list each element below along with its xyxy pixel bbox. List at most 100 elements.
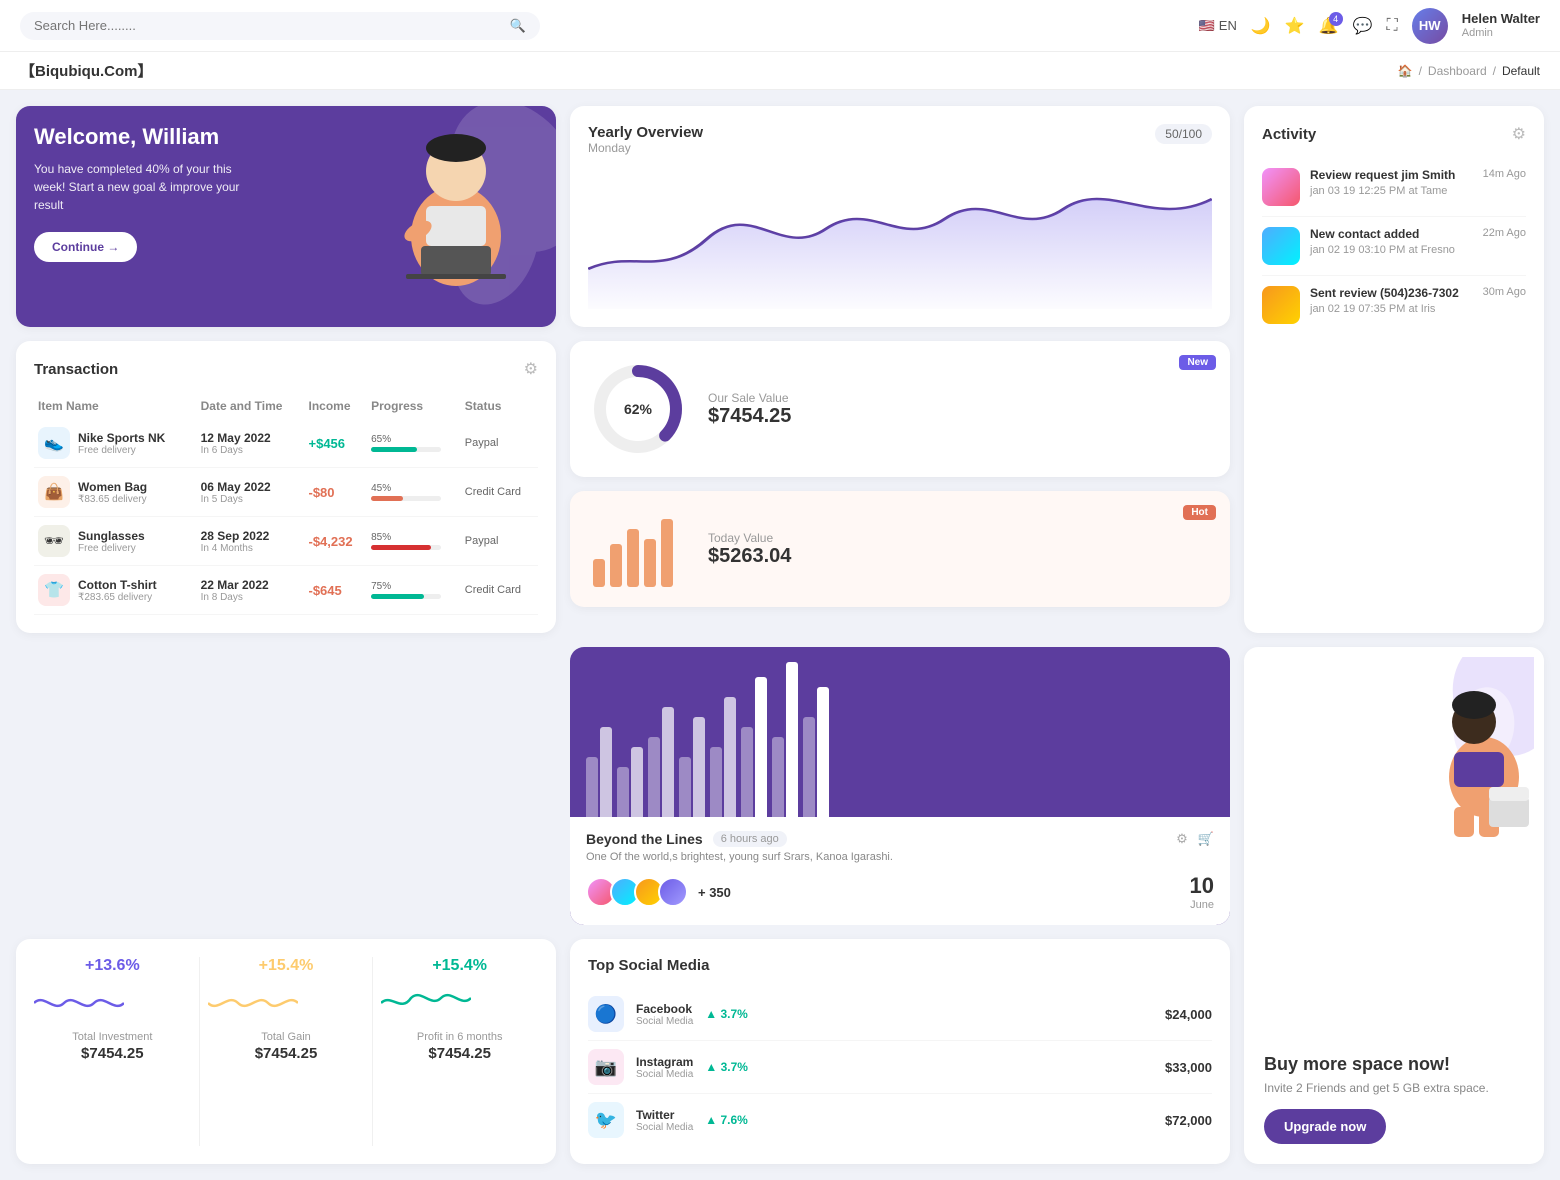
language-label: EN <box>1219 18 1237 33</box>
social-info: Facebook Social Media <box>636 1002 693 1027</box>
item-date-main: 12 May 2022 <box>201 431 301 445</box>
social-value: $33,000 <box>1165 1060 1212 1075</box>
progress-bar <box>371 447 441 452</box>
social-pct: ▲ 3.7% <box>705 1060 748 1074</box>
progress-label: 85% <box>371 532 457 543</box>
col-datetime: Date and Time <box>197 393 305 419</box>
social-title: Top Social Media <box>588 957 1212 974</box>
stat-value: $7454.25 <box>34 1045 191 1062</box>
home-icon[interactable]: 🏠 <box>1398 64 1413 78</box>
svg-text:62%: 62% <box>624 401 653 417</box>
dark-mode-toggle[interactable]: 🌙 <box>1251 16 1271 36</box>
item-details: Women Bag ₹83.65 delivery <box>78 480 147 505</box>
star-icon[interactable]: ⭐ <box>1285 16 1305 36</box>
activity-subtitle: jan 03 19 12:25 PM at Tame <box>1310 185 1447 197</box>
chat-icon[interactable]: 💬 <box>1353 16 1373 36</box>
social-info: Instagram Social Media <box>636 1055 693 1080</box>
beyond-desc: One Of the world,s brightest, young surf… <box>586 851 1214 863</box>
notification-bell[interactable]: 🔔 4 <box>1319 16 1339 36</box>
beyond-settings[interactable]: ⚙ <box>1176 831 1188 847</box>
col-item: Item Name <box>34 393 197 419</box>
item-sub: ₹283.65 delivery <box>78 592 157 603</box>
item-name: Women Bag <box>78 480 147 494</box>
stat-label: Total Investment <box>34 1031 191 1043</box>
breadcrumb-dashboard[interactable]: Dashboard <box>1428 64 1487 78</box>
item-details: Nike Sports NK Free delivery <box>78 431 165 456</box>
today-value-amount: $5263.04 <box>708 545 791 568</box>
bar-chart-card: Beyond the Lines 6 hours ago ⚙ 🛒 One Of … <box>570 647 1230 925</box>
progress-fill <box>371 447 417 452</box>
item-progress: 85% <box>367 517 461 566</box>
activity-title-text: Review request jim Smith <box>1310 168 1473 182</box>
search-icon: 🔍 <box>510 18 526 34</box>
search-box[interactable]: 🔍 <box>20 12 540 40</box>
item-name: Cotton T-shirt <box>78 578 157 592</box>
social-type: Social Media <box>636 1069 693 1080</box>
continue-button[interactable]: Continue → <box>34 232 137 262</box>
stat-wave <box>208 983 298 1023</box>
activity-title-text: New contact added <box>1310 227 1473 241</box>
item-status: Paypal <box>461 517 538 566</box>
activity-subtitle: jan 02 19 07:35 PM at Iris <box>1310 303 1435 315</box>
beyond-date-day: 10 <box>1190 873 1214 899</box>
fullscreen-icon[interactable]: ⛶ <box>1387 17 1398 35</box>
beyond-time: 6 hours ago <box>713 831 787 847</box>
item-progress: 65% <box>367 419 461 468</box>
bar-group-6 <box>741 677 767 817</box>
item-name: Nike Sports NK <box>78 431 165 445</box>
item-details: Sunglasses Free delivery <box>78 529 145 554</box>
activity-text: Sent review (504)236-7302 jan 02 19 07:3… <box>1310 286 1473 315</box>
flag-icon: 🇺🇸 <box>1199 18 1215 34</box>
transaction-card: Transaction ⚙ Item Name Date and Time In… <box>16 341 556 633</box>
language-selector[interactable]: 🇺🇸 EN <box>1199 18 1237 34</box>
social-media-card: Top Social Media 🔵 Facebook Social Media… <box>570 939 1230 1164</box>
col-income: Income <box>305 393 368 419</box>
activity-avatar <box>1262 227 1300 265</box>
item-date: 12 May 2022 In 6 Days <box>197 419 305 468</box>
social-value: $72,000 <box>1165 1113 1212 1128</box>
avatar[interactable]: HW <box>1412 8 1448 44</box>
activity-text: New contact added jan 02 19 03:10 PM at … <box>1310 227 1473 256</box>
activity-text: Review request jim Smith jan 03 19 12:25… <box>1310 168 1473 197</box>
activity-item: New contact added jan 02 19 03:10 PM at … <box>1262 217 1526 276</box>
bar-group-1 <box>586 727 612 817</box>
social-icon: 🔵 <box>588 996 624 1032</box>
breadcrumb: 🏠 / Dashboard / Default <box>1398 64 1540 78</box>
item-date-main: 22 Mar 2022 <box>201 578 301 592</box>
item-income: -$4,232 <box>305 517 368 566</box>
search-input[interactable] <box>34 18 502 33</box>
transaction-settings-icon[interactable]: ⚙ <box>524 359 538 379</box>
social-item: 🔵 Facebook Social Media ▲ 3.7% $24,000 <box>588 988 1212 1041</box>
stat-item: +15.4% Total Gain $7454.25 <box>200 957 374 1146</box>
stat-wave <box>34 983 124 1023</box>
activity-avatar <box>1262 286 1300 324</box>
col-progress: Progress <box>367 393 461 419</box>
table-row: 🕶 Sunglasses Free delivery 28 Sep 2022 I… <box>34 517 538 566</box>
social-item: 🐦 Twitter Social Media ▲ 7.6% $72,000 <box>588 1094 1212 1146</box>
item-status: Paypal <box>461 419 538 468</box>
today-value-card: Hot Today Value $5263.04 <box>570 491 1230 607</box>
yearly-chart <box>588 169 1212 309</box>
beyond-extra-count: + 350 <box>698 885 731 900</box>
item-cell: 👟 Nike Sports NK Free delivery <box>38 427 193 459</box>
brand-logo: 【Biqubiqu.Com】 <box>20 60 152 81</box>
beyond-cart-icon[interactable]: 🛒 <box>1198 831 1214 847</box>
social-name: Facebook <box>636 1002 693 1016</box>
sale-section: New 62% Our Sale Value $7454.25 Hot <box>570 341 1230 633</box>
activity-item: Sent review (504)236-7302 jan 02 19 07:3… <box>1262 276 1526 334</box>
topbar: 🔍 🇺🇸 EN 🌙 ⭐ 🔔 4 💬 ⛶ HW Helen Walter Admi… <box>0 0 1560 52</box>
item-date-main: 06 May 2022 <box>201 480 301 494</box>
progress-fill <box>371 496 403 501</box>
upgrade-button[interactable]: Upgrade now <box>1264 1109 1386 1144</box>
item-progress: 45% <box>367 468 461 517</box>
bar-group-2 <box>617 747 643 817</box>
yearly-badge: 50/100 <box>1155 124 1212 144</box>
stat-pct: +13.6% <box>34 957 191 975</box>
social-name: Instagram <box>636 1055 693 1069</box>
upgrade-card: Buy more space now! Invite 2 Friends and… <box>1244 647 1544 1164</box>
breadcrumb-current: Default <box>1502 64 1540 78</box>
activity-settings-icon[interactable]: ⚙ <box>1512 124 1526 144</box>
social-value: $24,000 <box>1165 1007 1212 1022</box>
activity-subtitle: jan 02 19 03:10 PM at Fresno <box>1310 244 1455 256</box>
welcome-subtitle: You have completed 40% of your this week… <box>34 160 254 214</box>
